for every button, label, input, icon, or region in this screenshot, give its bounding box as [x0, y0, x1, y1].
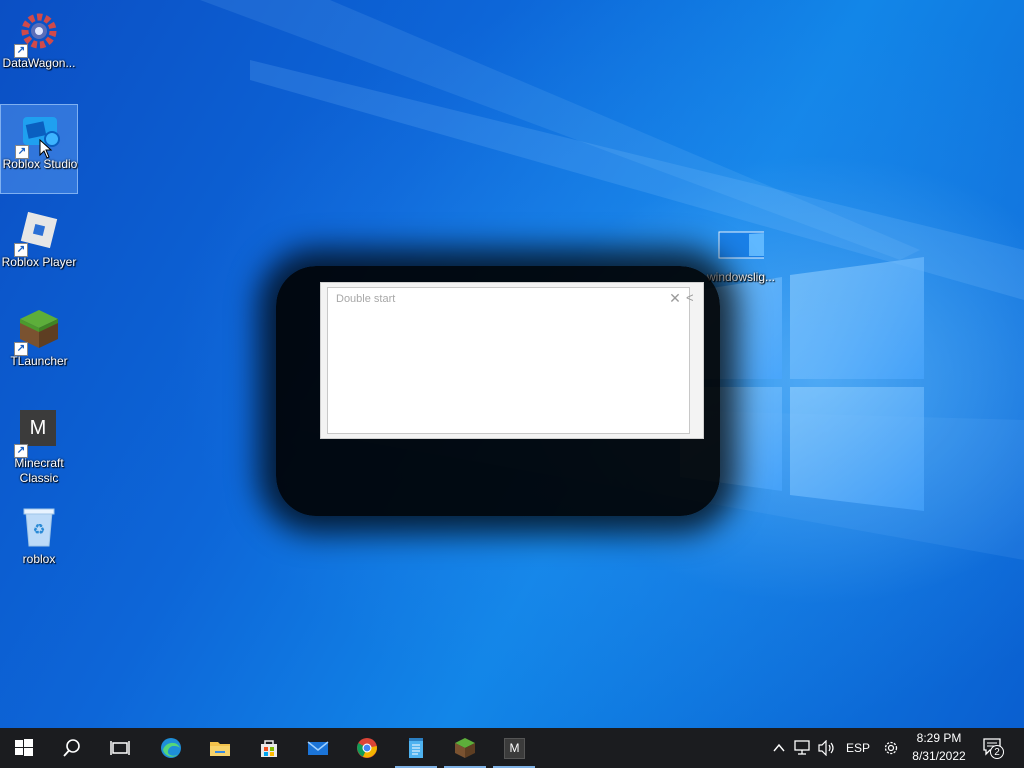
taskbar-edge[interactable] [147, 728, 195, 768]
desktop-icon-roblox-player[interactable]: ↗ Roblox Player [0, 203, 78, 293]
taskbar-mail[interactable] [294, 728, 342, 768]
notification-count-badge: 2 [990, 745, 1004, 759]
minecraft-classic-m-icon: M [20, 410, 56, 446]
windows-start-icon [15, 739, 33, 756]
gear-icon[interactable] [882, 739, 900, 757]
action-center-button[interactable]: 2 [982, 736, 1008, 760]
taskbar-chrome[interactable] [343, 728, 391, 768]
desktop-icon-recycle-bin[interactable]: ♻ roblox [0, 500, 78, 590]
image-file-icon [718, 231, 764, 259]
search-button[interactable] [48, 728, 96, 768]
dialog-content-area [327, 287, 690, 434]
clock-date[interactable]: 8/31/2022 [906, 749, 972, 763]
desktop-icon-minecraft-classic[interactable]: M ↗ Minecraft Classic [0, 404, 78, 504]
folder-icon [210, 742, 230, 756]
taskbar-tlauncher[interactable] [441, 728, 489, 768]
desktop-icon-label: Roblox Player [1, 255, 77, 269]
start-button[interactable] [0, 728, 48, 768]
desktop-icon-label: roblox [22, 552, 56, 566]
network-icon[interactable] [794, 740, 812, 756]
desktop-icon-label: Minecraft Classic [14, 456, 64, 485]
chrome-icon [357, 738, 377, 758]
language-indicator[interactable]: ESP [846, 741, 870, 755]
desktop-icon-label: windowslig... [706, 270, 776, 284]
task-view-icon [110, 741, 130, 755]
clock-time[interactable]: 8:29 PM [906, 731, 972, 745]
taskbar-minecraft-classic[interactable]: M [490, 728, 538, 768]
recycle-bin-icon: ♻ [23, 508, 55, 547]
grass-block-icon [455, 738, 475, 758]
desktop-icon-label: DataWagon... [2, 56, 76, 70]
notepad-icon [409, 738, 423, 758]
svg-text:♻: ♻ [33, 522, 46, 538]
close-icon-ghost: < [686, 290, 694, 305]
m-app-icon: M [504, 738, 525, 759]
taskbar: M ESP 8:29 PM 8/31/2022 2 [0, 728, 1024, 768]
desktop-icon-tlauncher[interactable]: ↗ TLauncher [0, 302, 78, 392]
dialog-title: Double start [336, 293, 396, 305]
mouse-cursor-icon [39, 139, 53, 159]
task-view-button[interactable] [96, 728, 144, 768]
search-icon [63, 739, 80, 757]
desktop-icon-label: TLauncher [10, 354, 68, 368]
volume-icon[interactable] [818, 740, 836, 756]
taskbar-file-explorer[interactable] [196, 728, 244, 768]
show-hidden-icons-chevron-icon[interactable] [772, 741, 786, 755]
store-icon [261, 740, 277, 757]
taskbar-microsoft-store[interactable] [245, 728, 293, 768]
edge-icon [161, 738, 181, 758]
desktop-icon-label: Roblox Studio [2, 157, 78, 171]
desktop-icon-datawagon[interactable]: ↗ DataWagon... [0, 4, 78, 94]
taskbar-notepad[interactable] [392, 728, 440, 768]
close-icon[interactable]: ✕ [668, 291, 682, 305]
desktop[interactable]: ↗ DataWagon... ↗ Roblox Studio ↗ Roblox … [0, 0, 1024, 728]
mail-icon [307, 741, 329, 755]
